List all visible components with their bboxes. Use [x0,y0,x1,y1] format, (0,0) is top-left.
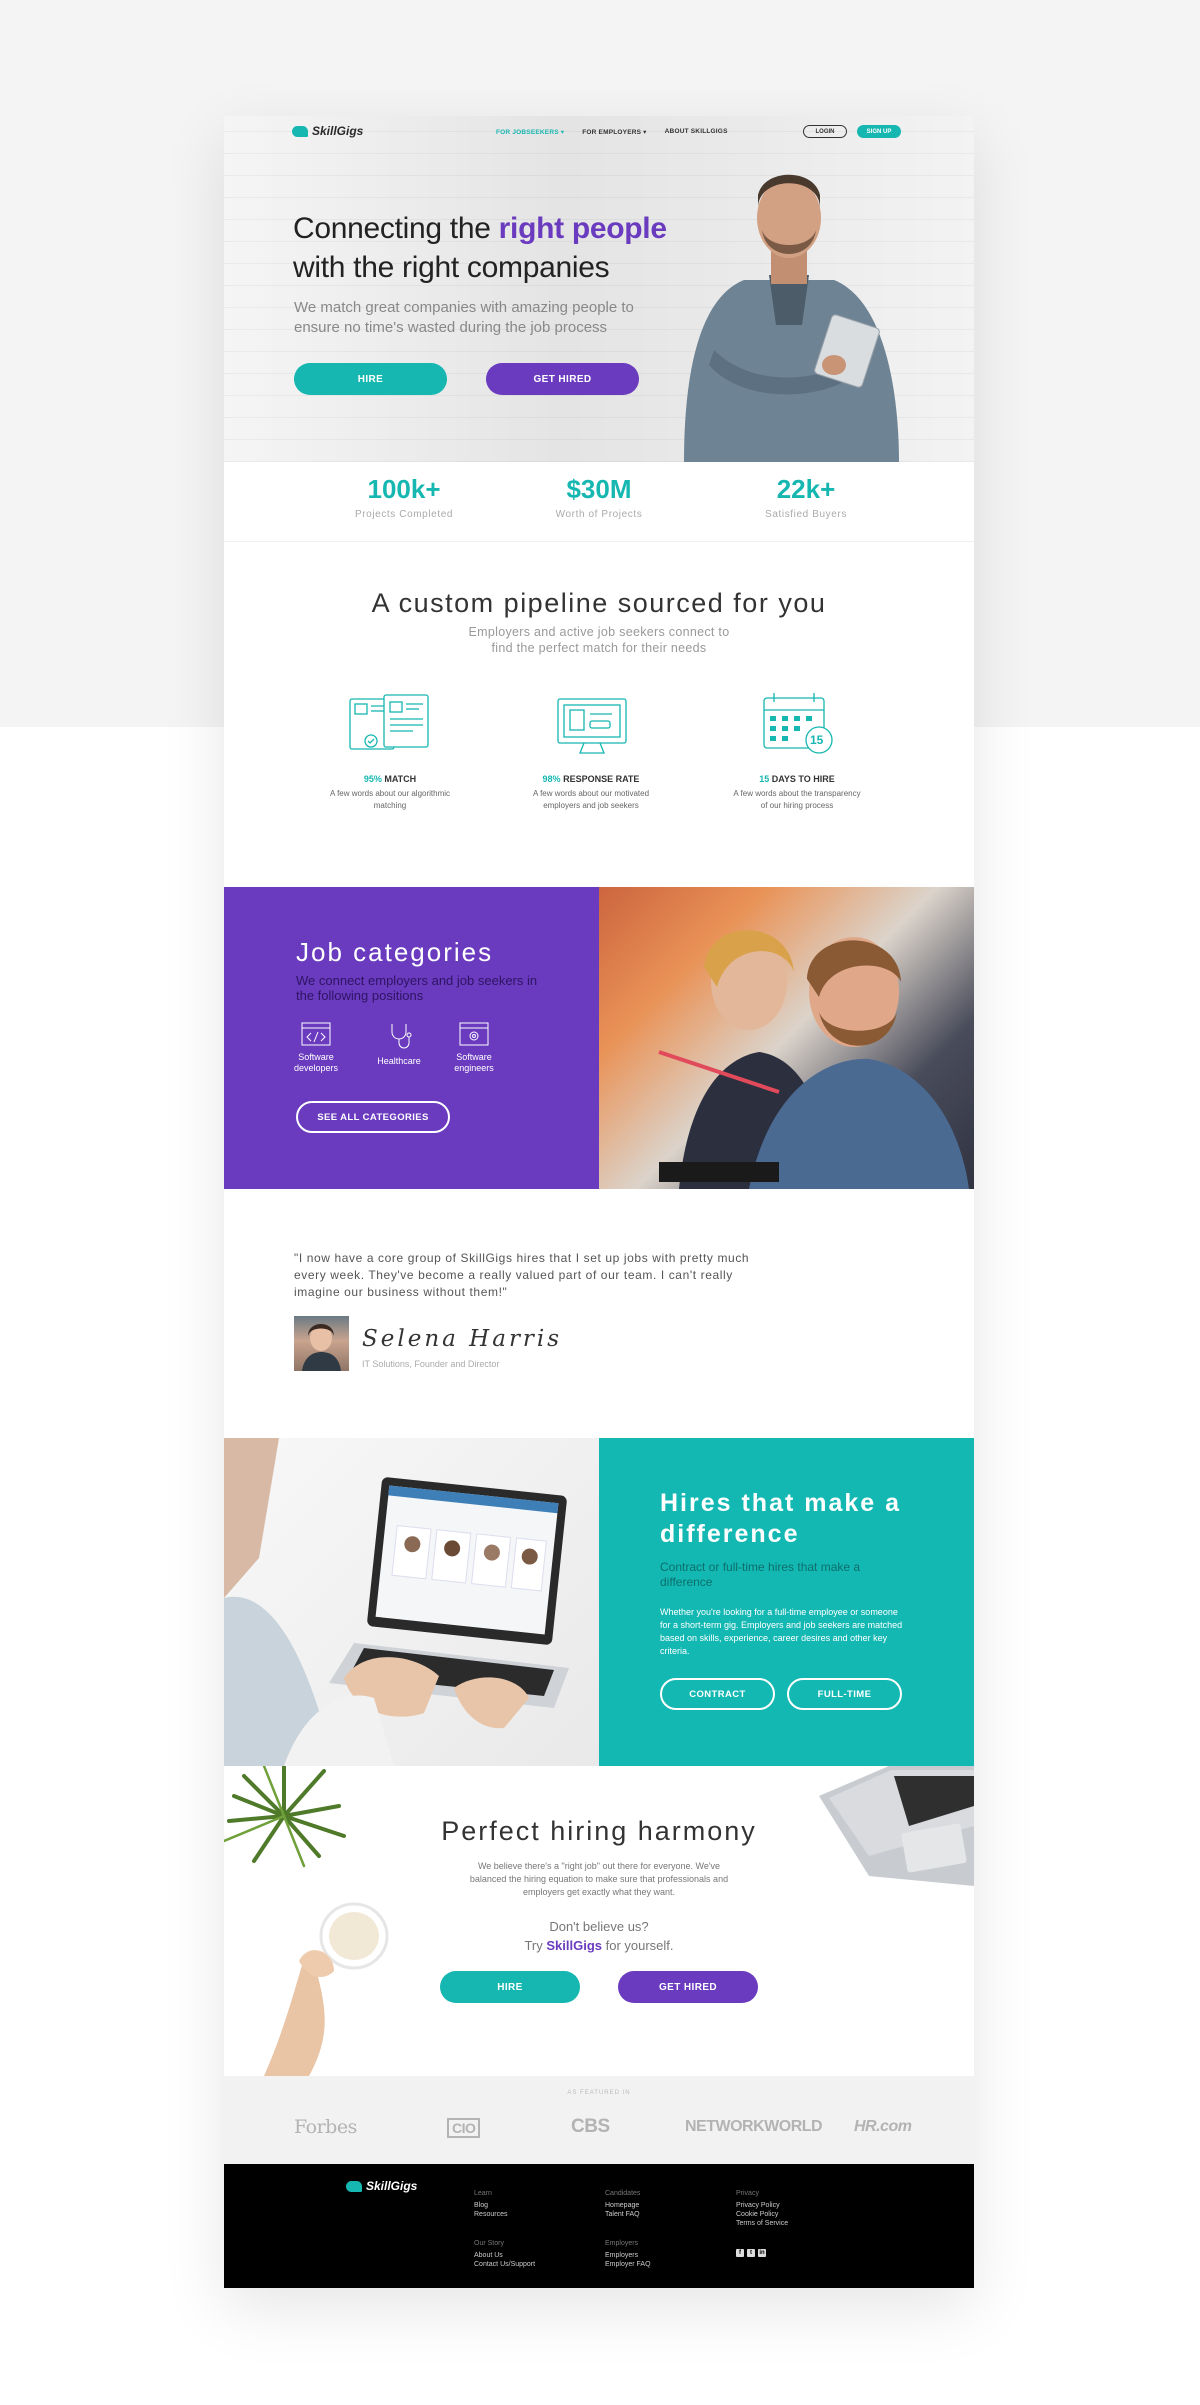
page-frame: Connecting the right people with the righ… [224,116,974,2288]
stat-worth: $30M Worth of Projects [555,474,643,520]
testimonial-signature: Selena Harris [362,1326,563,1352]
category-healthcare[interactable]: Healthcare [369,1022,429,1067]
testimonial-role: IT Solutions, Founder and Director [362,1359,500,1369]
job-categories-subtitle: We connect employers and job seekers in … [296,973,538,1003]
see-all-categories-button[interactable]: SEE ALL CATEGORIES [296,1101,450,1133]
facebook-icon[interactable]: f [736,2249,744,2257]
hr-com-logo: HR.com [854,2118,912,2135]
laptop-photo [224,1438,599,1766]
nav-links: FOR JOBSEEKERS ▾ FOR EMPLOYERS ▾ ABOUT S… [496,128,728,136]
hero-person-image [674,150,904,462]
stat-projects: 100k+ Projects Completed [354,474,454,520]
stats-bar: 100k+ Projects Completed $30M Worth of Pro… [224,462,974,542]
footer-link[interactable]: Terms of Service [736,2219,788,2228]
footer-logo-mark-icon [346,2180,362,2192]
harmony-description: We believe there's a "right job" out the… [469,1861,729,1897]
hero-hire-button[interactable]: HIRE [294,363,447,395]
login-button[interactable]: LOGIN [803,125,847,138]
footer-col-learn: Learn Blog Resources [474,2190,508,2219]
gear-window-icon [459,1022,489,1046]
footer-link[interactable]: Employers [605,2251,651,2260]
full-time-button[interactable]: FULL-TIME [787,1678,902,1710]
footer-link[interactable]: Homepage [605,2201,640,2210]
code-window-icon [301,1022,331,1046]
hero-title: Connecting the right people with the righ… [293,212,667,284]
team-photo [599,887,974,1189]
footer-link[interactable]: Blog [474,2201,507,2210]
feature-days: 15 DAYS TO HIRE A few words about the tr… [733,774,861,810]
footer-link[interactable]: Cookie Policy [736,2210,788,2219]
forbes-logo: Forbes [294,2116,357,2138]
harmony-section: Perfect hiring harmony We believe there'… [224,1766,974,2076]
harmony-get-hired-button[interactable]: GET HIRED [618,1971,758,2003]
footer-brand-logo[interactable]: SkillGigs [346,2179,417,2193]
pipeline-subtitle: Employers and active job seekers connect… [468,625,730,655]
job-categories-panel: Job categories We connect employers and … [224,887,599,1189]
hero-get-hired-button[interactable]: GET HIRED [486,363,639,395]
testimonial-quote: "I now have a core group of SkillGigs hi… [294,1251,750,1299]
pipeline-title: A custom pipeline sourced for you [371,588,827,618]
hires-subtitle: Contract or full-time hires that make a … [660,1560,861,1589]
footer-col-our-story: Our Story About Us Contact Us/Support [474,2240,536,2269]
footer-link[interactable]: Talent FAQ [605,2210,640,2219]
feature-response: 98% RESPONSE RATE A few words about our … [532,774,650,810]
footer-col-candidates: Candidates Homepage Talent FAQ [605,2190,641,2219]
hires-title: Hires that make a difference [660,1489,902,1548]
networkworld-logo: NETWORKWORLD [685,2118,823,2135]
harmony-brand[interactable]: SkillGigs [546,1938,602,1953]
hero-title-highlight: right people [498,212,667,245]
feature-match: 95% MATCH A few words about our algorith… [329,774,451,810]
contract-button[interactable]: CONTRACT [660,1678,775,1710]
signup-button[interactable]: SIGN UP [857,125,901,138]
harmony-hire-button[interactable]: HIRE [440,1971,580,2003]
stat-buyers: 22k+ Satisfied Buyers [765,474,847,520]
footer-link[interactable]: Privacy Policy [736,2201,788,2210]
category-software-developers[interactable]: Software developers [286,1022,346,1074]
harmony-title: Perfect hiring harmony [441,1816,757,1846]
cbs-logo: CBS [571,2116,610,2137]
featured-caption: AS FEATURED IN [567,2090,631,2096]
linkedin-icon[interactable]: in [758,2249,766,2257]
cio-logo: CIO [447,2118,481,2138]
featured-in: AS FEATURED IN Forbes CIO CBS NETWORKWOR… [224,2076,974,2164]
nav-for-employers[interactable]: FOR EMPLOYERS ▾ [582,128,646,136]
footer-link[interactable]: Contact Us/Support [474,2260,535,2269]
job-categories-title: Job categories [296,937,494,967]
twitter-icon[interactable]: t [747,2249,755,2257]
footer-link[interactable]: About Us [474,2251,535,2260]
top-nav: SkillGigs FOR JOBSEEKERS ▾ FOR EMPLOYERS… [224,116,974,150]
hero-section: Connecting the right people with the righ… [224,116,974,462]
nav-about[interactable]: ABOUT SKILLGIGS [665,128,728,136]
footer-link[interactable]: Resources [474,2210,507,2219]
logo-mark-icon [292,125,308,137]
harmony-try: Try SkillGigs for yourself. [524,1938,674,1953]
testimonial-avatar [294,1316,349,1371]
category-software-engineers[interactable]: Software engineers [444,1022,504,1074]
footer-col-privacy: Privacy Privacy Policy Cookie Policy Ter… [736,2190,789,2228]
hires-panel: Hires that make a difference Contract or… [599,1438,974,1766]
social-links: f t in [736,2249,766,2257]
coffee-hand-decoration [264,1902,389,2076]
stethoscope-icon [391,1024,412,1049]
footer-col-employers: Employers Employers Employer FAQ [605,2240,651,2269]
footer: SkillGigs Learn Blog Resources Candidate… [224,2164,974,2288]
nav-for-jobseekers[interactable]: FOR JOBSEEKERS ▾ [496,128,564,136]
harmony-question: Don't believe us? [549,1919,649,1934]
footer-link[interactable]: Employer FAQ [605,2260,651,2269]
brand-logo[interactable]: SkillGigs [292,124,363,138]
hires-description: Whether you're looking for a full-time e… [660,1607,903,1656]
hero-subtitle: We match great companies with amazing pe… [294,299,634,336]
